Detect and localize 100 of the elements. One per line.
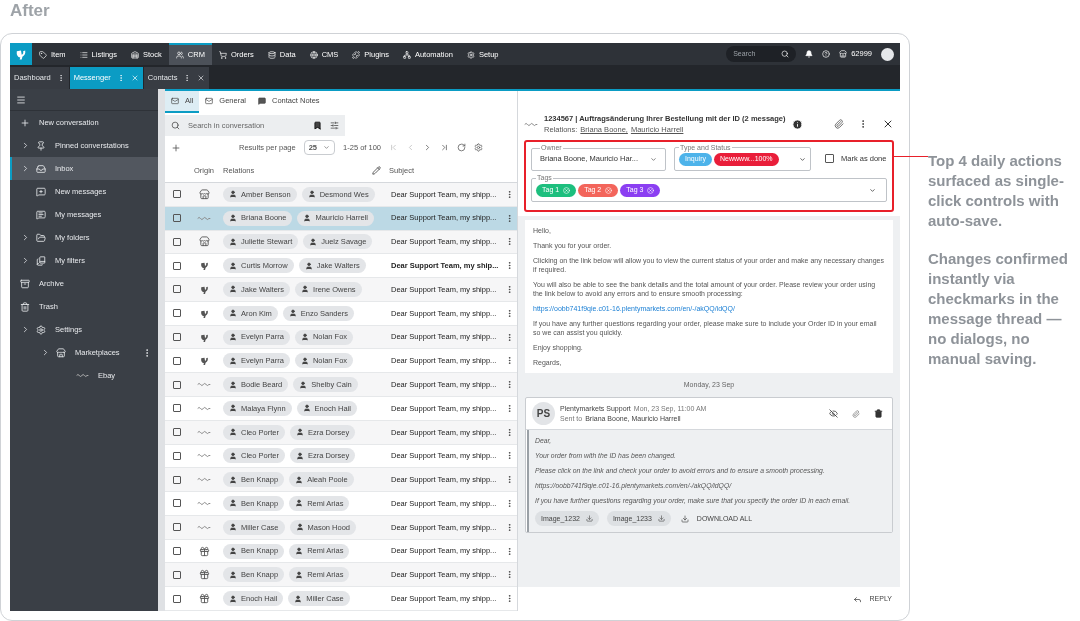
filter-icon[interactable]	[330, 121, 339, 131]
menu-icon[interactable]	[16, 94, 26, 105]
person-icon	[295, 451, 304, 460]
person-icon	[295, 428, 304, 437]
person-icon	[295, 570, 304, 579]
person-icon	[229, 190, 237, 199]
row-checkbox[interactable]	[173, 451, 181, 460]
person-icon	[295, 547, 304, 556]
last-page-icon[interactable]	[440, 143, 449, 153]
warehouse-icon	[131, 51, 140, 59]
edit-icon[interactable]	[372, 165, 381, 175]
row-checkbox[interactable]	[173, 475, 181, 484]
more-icon[interactable]	[505, 380, 514, 390]
person-icon	[295, 499, 304, 508]
row-checkbox[interactable]	[173, 547, 181, 556]
puzzle-icon	[352, 51, 361, 59]
refresh-icon[interactable]	[457, 143, 466, 153]
avatar[interactable]	[881, 47, 894, 61]
caret-icon	[323, 144, 331, 152]
row-checkbox[interactable]	[173, 570, 181, 579]
add-icon[interactable]	[171, 142, 181, 153]
more-icon[interactable]	[505, 427, 514, 437]
more-icon[interactable]	[505, 546, 514, 556]
message-icon	[258, 97, 267, 105]
network-icon	[402, 51, 411, 59]
bookmark-icon[interactable]	[313, 121, 322, 131]
settings-icon[interactable]	[474, 143, 483, 153]
row-checkbox[interactable]	[173, 594, 181, 603]
archive-icon	[20, 278, 30, 289]
row-checkbox[interactable]	[173, 214, 181, 223]
app-logo[interactable]	[10, 43, 32, 65]
mail-icon	[171, 97, 179, 105]
person-icon	[300, 333, 309, 341]
row-checkbox[interactable]	[173, 404, 181, 413]
row-checkbox[interactable]	[173, 356, 181, 365]
more-icon[interactable]	[505, 594, 514, 604]
page-heading: After	[9, 0, 51, 22]
more-icon[interactable]	[505, 332, 514, 342]
row-checkbox[interactable]	[173, 523, 181, 532]
person-icon	[229, 547, 237, 556]
marketplace-logo-icon	[76, 373, 89, 378]
more-icon[interactable]	[505, 284, 514, 294]
person-icon	[229, 499, 237, 508]
more-icon[interactable]	[505, 522, 514, 532]
message-plus-icon	[36, 186, 46, 197]
person-icon	[229, 380, 237, 389]
folder-icon	[36, 232, 46, 243]
person-icon	[295, 523, 304, 532]
attachment-icon[interactable]	[834, 119, 844, 130]
row-checkbox[interactable]	[173, 190, 181, 199]
row-checkbox[interactable]	[173, 428, 181, 437]
row-checkbox[interactable]	[173, 237, 181, 246]
settings-icon	[36, 324, 46, 335]
row-checkbox[interactable]	[173, 285, 181, 294]
mail-icon	[205, 97, 214, 105]
database-icon	[267, 51, 276, 59]
download-icon	[680, 514, 689, 523]
info-icon[interactable]	[792, 118, 803, 130]
search-icon	[781, 50, 790, 58]
person-icon	[229, 570, 237, 579]
more-icon[interactable]	[505, 261, 514, 271]
help-icon[interactable]	[822, 50, 831, 58]
settings-icon	[466, 51, 475, 59]
reply-icon	[852, 594, 862, 604]
person-icon	[301, 285, 310, 294]
person-icon	[299, 380, 308, 389]
row-checkbox[interactable]	[173, 499, 181, 508]
more-icon[interactable]	[505, 213, 514, 223]
person-icon	[229, 523, 237, 532]
person-icon	[307, 190, 316, 199]
row-checkbox[interactable]	[173, 261, 181, 270]
person-icon	[229, 333, 237, 341]
next-page-icon[interactable]	[423, 143, 432, 153]
list-icon	[79, 51, 88, 59]
message-icon	[36, 209, 46, 220]
person-icon	[304, 261, 313, 270]
row-checkbox[interactable]	[173, 309, 181, 318]
more-icon[interactable]	[505, 570, 514, 580]
more-icon[interactable]	[505, 356, 514, 366]
more-icon[interactable]	[505, 237, 514, 247]
row-checkbox[interactable]	[173, 380, 181, 389]
person-icon	[229, 237, 237, 246]
person-icon	[309, 237, 318, 246]
remove-icon[interactable]	[647, 186, 655, 194]
users-icon	[175, 51, 184, 59]
more-icon[interactable]	[505, 308, 514, 318]
bell-icon[interactable]	[805, 50, 814, 58]
more-icon[interactable]	[505, 403, 514, 413]
person-icon	[229, 356, 237, 365]
more-icon[interactable]	[505, 499, 514, 508]
caret-icon	[650, 155, 657, 163]
more-icon[interactable]	[505, 451, 514, 461]
person-icon	[229, 404, 237, 413]
hidden-icon[interactable]	[829, 409, 838, 418]
pin-icon	[36, 140, 46, 151]
download-icon	[657, 515, 665, 522]
more-icon[interactable]	[505, 475, 514, 485]
trash-icon[interactable]	[874, 409, 883, 418]
more-icon[interactable]	[505, 189, 514, 199]
row-checkbox[interactable]	[173, 333, 181, 341]
